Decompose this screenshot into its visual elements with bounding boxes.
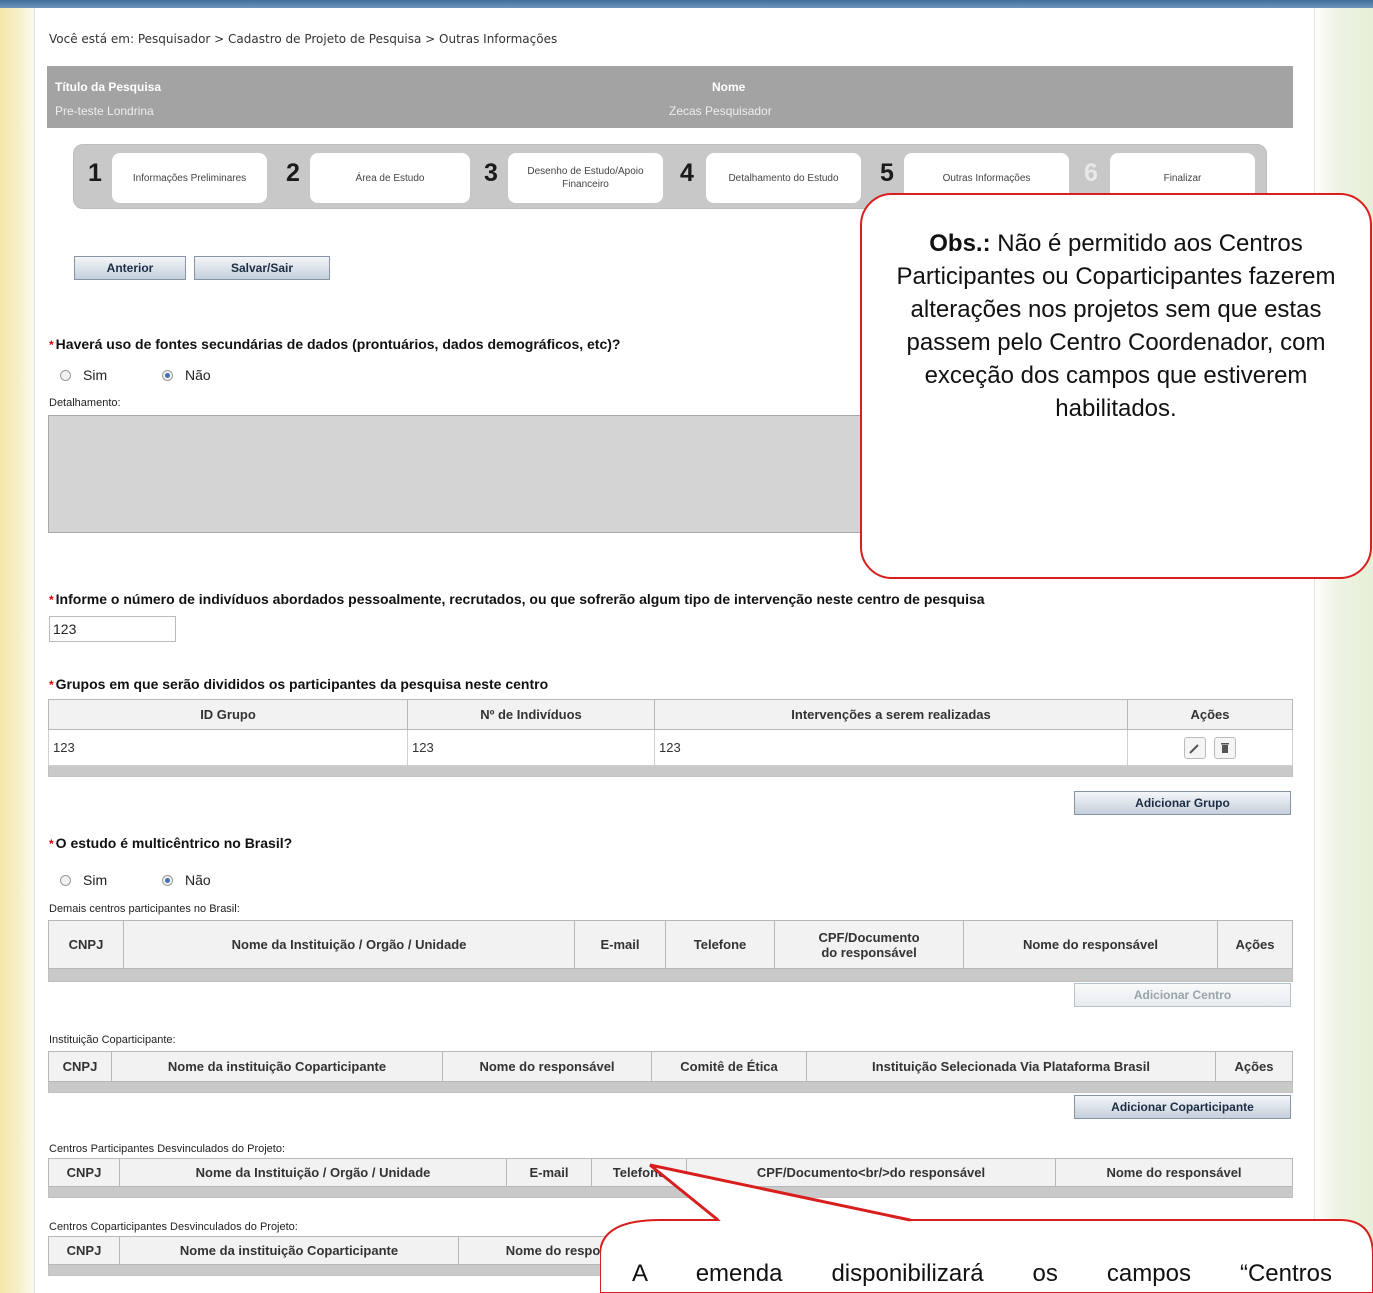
table-cell: 123 bbox=[407, 729, 655, 766]
research-info-bar: Título da Pesquisa Pre-teste Londrina No… bbox=[47, 66, 1293, 128]
copart-desvinculados-label: Centros Coparticipantes Desvinculados do… bbox=[49, 1221, 298, 1233]
column-header: Ações bbox=[1127, 699, 1293, 730]
table-cell: 123 bbox=[48, 729, 408, 766]
question-multicentrico: * O estudo é multicêntrico no Brasil? bbox=[49, 835, 293, 851]
desvinculados-label: Centros Participantes Desvinculados do P… bbox=[49, 1143, 286, 1155]
column-header: CNPJ bbox=[48, 1158, 120, 1187]
numero-individuos-input[interactable]: 123 bbox=[49, 616, 176, 642]
table-row: 123 123 123 bbox=[48, 729, 1293, 766]
table-cell: 123 bbox=[654, 729, 1128, 766]
step-number: 4 bbox=[680, 159, 694, 187]
column-header: Instituição Selecionada Via Plataforma B… bbox=[806, 1051, 1216, 1082]
salvar-sair-button[interactable]: Salvar/Sair bbox=[194, 256, 330, 280]
grupos-table: ID Grupo Nº de Indivíduos Intervenções a… bbox=[48, 699, 1293, 777]
step-area-de-estudo[interactable]: Área de Estudo bbox=[310, 153, 470, 203]
column-header: Comitê de Ética bbox=[651, 1051, 807, 1082]
column-header: Nome do responsável bbox=[442, 1051, 652, 1082]
coparticipante-label: Instituição Coparticipante: bbox=[49, 1034, 176, 1046]
name-value: Zecas Pesquisador bbox=[669, 104, 772, 118]
column-header: E-mail bbox=[574, 920, 666, 969]
centros-table: CNPJ Nome da Instituição / Orgão / Unida… bbox=[48, 920, 1293, 982]
step-number: 6 bbox=[1084, 159, 1098, 187]
coparticipante-table: CNPJ Nome da instituição Coparticipante … bbox=[48, 1051, 1293, 1093]
adicionar-grupo-button[interactable]: Adicionar Grupo bbox=[1074, 791, 1291, 815]
step-number: 1 bbox=[88, 159, 102, 187]
top-border bbox=[0, 0, 1373, 8]
title-label: Título da Pesquisa bbox=[55, 80, 162, 94]
question-fontes-secundarias: * Haverá uso de fontes secundárias de dad… bbox=[49, 336, 621, 352]
column-header: Ações bbox=[1215, 1051, 1293, 1082]
centros-label: Demais centros participantes no Brasil: bbox=[49, 903, 240, 915]
detalhamento-label: Detalhamento: bbox=[49, 397, 121, 409]
trash-icon[interactable] bbox=[1213, 736, 1236, 759]
column-header: Nome da instituição Coparticipante bbox=[111, 1051, 443, 1082]
step-informacoes-preliminares[interactable]: Informações Preliminares bbox=[112, 153, 267, 203]
column-header: Intervenções a serem realizadas bbox=[654, 699, 1128, 730]
step-number: 2 bbox=[286, 159, 300, 187]
breadcrumb: Você está em: Pesquisador > Cadastro de … bbox=[49, 32, 558, 46]
column-header: Nome da instituição Coparticipante bbox=[119, 1236, 459, 1265]
column-header: Telefone bbox=[665, 920, 775, 969]
radio-sim[interactable]: Sim bbox=[60, 872, 107, 888]
radio-circle-selected[interactable] bbox=[162, 369, 173, 381]
column-header: Nome da Instituição / Orgão / Unidade bbox=[119, 1158, 507, 1187]
name-label: Nome bbox=[712, 80, 746, 94]
column-header: CNPJ bbox=[48, 1051, 112, 1082]
copart-desvinculados-table: CNPJ Nome da instituição Coparticipante … bbox=[48, 1236, 648, 1276]
column-header: CNPJ bbox=[48, 920, 124, 969]
edit-icon[interactable] bbox=[1184, 736, 1207, 759]
column-header: Nº de Indivíduos bbox=[407, 699, 655, 730]
obs-callout-bold: Obs.: bbox=[929, 230, 991, 257]
question-numero-individuos: * Informe o número de indivíduos abordado… bbox=[49, 591, 985, 607]
actions-cell bbox=[1127, 729, 1293, 766]
column-header: CNPJ bbox=[48, 1236, 120, 1265]
radio-circle-selected[interactable] bbox=[162, 874, 173, 886]
step-desenho-de-estudo[interactable]: Desenho de Estudo/Apoio Financeiro bbox=[508, 153, 663, 203]
column-header: Ações bbox=[1217, 920, 1293, 969]
radio-sim[interactable]: Sim bbox=[60, 367, 107, 383]
obs-callout: Obs.: Não é permitido aos Centros Partic… bbox=[860, 193, 1372, 579]
step-number: 3 bbox=[484, 159, 498, 187]
anterior-button[interactable]: Anterior bbox=[74, 256, 186, 280]
obs-callout-text: Não é permitido aos Centros Participante… bbox=[896, 230, 1336, 422]
adicionar-coparticipante-button[interactable]: Adicionar Coparticipante bbox=[1074, 1095, 1291, 1119]
column-header: ID Grupo bbox=[48, 699, 408, 730]
radio-nao[interactable]: Não bbox=[162, 872, 211, 888]
column-header: Nome do responsável bbox=[963, 920, 1218, 969]
column-header: Nome da Instituição / Orgão / Unidade bbox=[123, 920, 575, 969]
step-detalhamento-do-estudo[interactable]: Detalhamento do Estudo bbox=[706, 153, 861, 203]
emenda-callout-text: A emenda disponibilizará os campos “Cent… bbox=[632, 1260, 1332, 1287]
column-header: E-mail bbox=[506, 1158, 592, 1187]
adicionar-centro-button[interactable]: Adicionar Centro bbox=[1074, 983, 1291, 1007]
title-value: Pre-teste Londrina bbox=[55, 104, 154, 118]
radio-circle[interactable] bbox=[60, 874, 71, 886]
radio-circle[interactable] bbox=[60, 369, 71, 381]
radio-nao[interactable]: Não bbox=[162, 367, 211, 383]
question-grupos: * Grupos em que serão divididos os partic… bbox=[49, 676, 549, 692]
column-header-cpf: CPF/Documento do responsável bbox=[774, 920, 964, 969]
step-number: 5 bbox=[880, 159, 894, 187]
